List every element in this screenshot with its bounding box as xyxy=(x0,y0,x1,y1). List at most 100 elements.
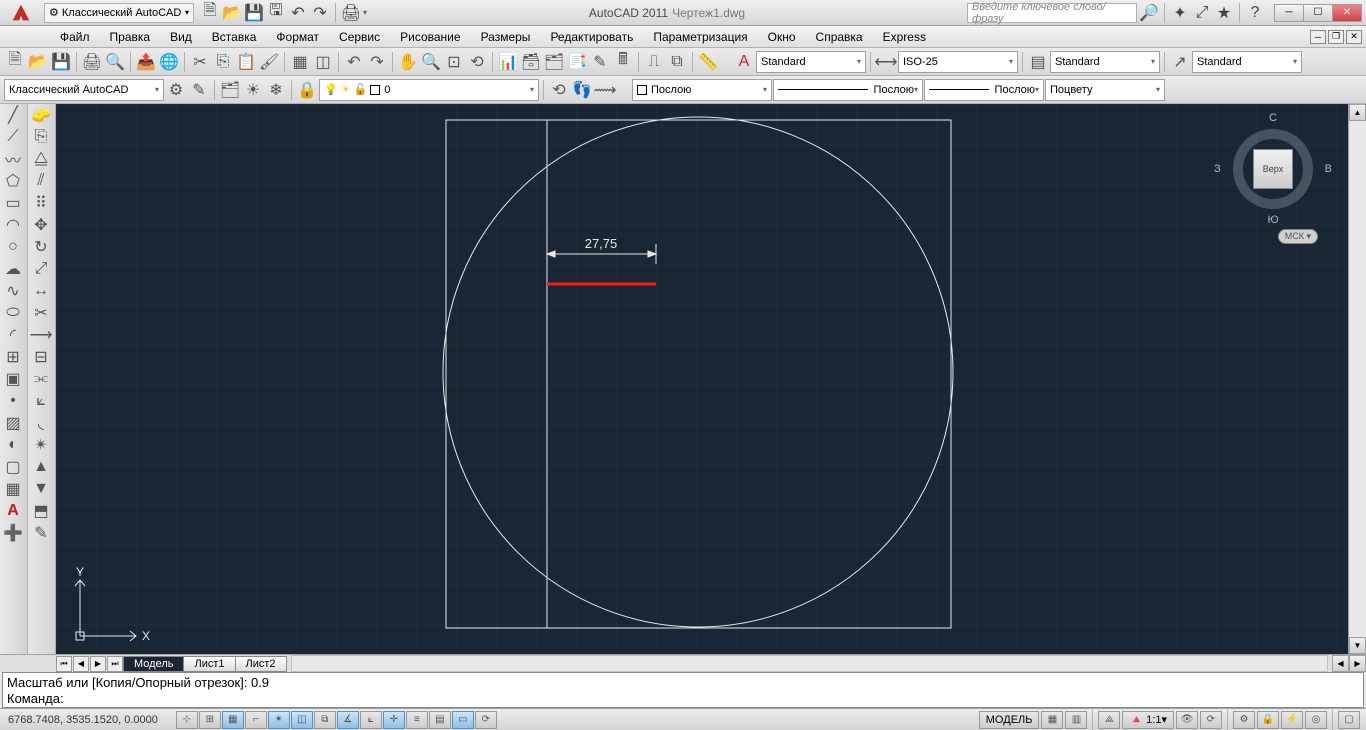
quickprops-icon[interactable]: ▭ xyxy=(452,711,474,729)
tab-model[interactable]: Модель xyxy=(123,656,184,672)
markup-icon[interactable]: ✎ xyxy=(589,51,611,73)
menu-edit[interactable]: Правка xyxy=(100,28,161,46)
array-icon[interactable]: ⠿ xyxy=(28,192,54,214)
viewcube-north[interactable]: С xyxy=(1269,112,1277,124)
chamfer-icon[interactable]: ⟀ xyxy=(28,390,54,412)
polygon-icon[interactable]: ⬠ xyxy=(0,170,26,192)
undo-icon[interactable]: ↶ xyxy=(343,51,365,73)
layer-dropdown[interactable]: 💡 ☀ 🔓 0▾ xyxy=(319,79,539,101)
selection-cycle-icon[interactable]: ⟳ xyxy=(475,711,497,729)
erase-icon[interactable]: 🧽 xyxy=(28,104,54,126)
canvas[interactable]: 27,75 X Y Верх С Ю В З МСК ▾ xyxy=(56,104,1348,654)
ellipsearc-icon[interactable]: ◜ xyxy=(0,324,26,346)
menu-help[interactable]: Справка xyxy=(806,28,873,46)
menu-window[interactable]: Окно xyxy=(758,28,806,46)
open-icon[interactable]: 📂 xyxy=(27,51,49,73)
doc-minimize[interactable]: ─ xyxy=(1310,30,1326,44)
insert-icon[interactable]: ⊞ xyxy=(0,346,26,368)
menu-dimension[interactable]: Размеры xyxy=(471,28,541,46)
exchange-icon[interactable]: ✦ xyxy=(1170,3,1190,23)
dyn-input-icon[interactable]: ✛ xyxy=(383,711,405,729)
stretch-icon[interactable]: ↔ xyxy=(28,280,54,302)
copy-obj-icon[interactable]: ⎘ xyxy=(28,126,54,148)
point-icon[interactable]: • xyxy=(0,390,26,412)
close-button[interactable]: ✕ xyxy=(1332,4,1362,22)
explode-icon[interactable]: ✴ xyxy=(28,434,54,456)
layer-iso-icon[interactable]: ❄ xyxy=(265,79,287,101)
menu-modify[interactable]: Редактировать xyxy=(540,28,643,46)
clean-screen-icon[interactable]: ▢ xyxy=(1338,711,1360,729)
new-icon[interactable]: 🗎 xyxy=(4,51,26,73)
linetype-dropdown[interactable]: Послою▾ xyxy=(773,79,923,101)
tab-sheet2[interactable]: Лист2 xyxy=(235,656,287,672)
addselected-icon[interactable]: ➕ xyxy=(0,522,26,544)
quickview-drawings-icon[interactable]: ▥ xyxy=(1065,711,1087,729)
save-icon[interactable]: 💾 xyxy=(50,51,72,73)
dimconstraint-icon[interactable]: ⎍ xyxy=(643,51,665,73)
scroll-down-icon[interactable]: ▼ xyxy=(1349,637,1366,654)
viewcube-face[interactable]: Верх xyxy=(1253,149,1293,189)
quickview-layouts-icon[interactable]: ▦ xyxy=(1041,711,1063,729)
favorite-icon[interactable]: ★ xyxy=(1214,3,1234,23)
menu-tools[interactable]: Сервис xyxy=(329,28,390,46)
menu-insert[interactable]: Вставка xyxy=(202,28,267,46)
makeblock-icon[interactable]: ▣ xyxy=(0,368,26,390)
zoom-rt-icon[interactable]: 🔍 xyxy=(420,51,442,73)
isolate-objects-icon[interactable]: ◎ xyxy=(1305,711,1327,729)
workspace-switching-icon[interactable]: ⚙ xyxy=(1233,711,1255,729)
zoom-prev-icon[interactable]: ⟲ xyxy=(466,51,488,73)
3dosnap-icon[interactable]: ⧉ xyxy=(314,711,336,729)
text-style-icon[interactable]: A xyxy=(733,51,755,73)
table-icon[interactable]: ▦ xyxy=(0,478,26,500)
annotation-visibility-icon[interactable]: 👁 xyxy=(1176,711,1198,729)
measure-icon[interactable]: 📏 xyxy=(697,51,719,73)
print-icon[interactable]: 🖨 xyxy=(341,3,361,23)
ellipse-icon[interactable]: ⬭ xyxy=(0,302,26,324)
app-logo[interactable] xyxy=(0,0,42,26)
lineweight-display-icon[interactable]: ≡ xyxy=(406,711,428,729)
move-icon[interactable]: ✥ xyxy=(28,214,54,236)
mtext-icon[interactable]: A xyxy=(0,500,26,522)
doc-restore[interactable]: ❐ xyxy=(1328,30,1344,44)
line-icon[interactable]: ╱ xyxy=(0,104,26,126)
setbylayer-icon[interactable]: ⬒ xyxy=(28,500,54,522)
otrack-icon[interactable]: ∡ xyxy=(337,711,359,729)
quickcalc-icon[interactable]: 🖩 xyxy=(612,51,634,73)
maximize-button[interactable]: ☐ xyxy=(1303,4,1333,22)
xline-icon[interactable]: ⟋ xyxy=(0,126,26,148)
search-go-icon[interactable]: 🔎 xyxy=(1139,3,1159,23)
toolpalettes-icon[interactable]: 🗂 xyxy=(543,51,565,73)
extend-icon[interactable]: ⟶ xyxy=(28,324,54,346)
workspace-dropdown-2[interactable]: Классический AutoCAD▾ xyxy=(4,79,164,101)
menu-draw[interactable]: Рисование xyxy=(390,28,470,46)
spline-icon[interactable]: ∿ xyxy=(0,280,26,302)
tab-next-icon[interactable]: ▶ xyxy=(90,656,106,672)
plot-icon[interactable]: 🖨 xyxy=(81,51,103,73)
pan-icon[interactable]: ✋ xyxy=(397,51,419,73)
join-icon[interactable]: ⫘ xyxy=(28,368,54,390)
coordinates[interactable]: 6768.7408, 3535.1520, 0.0000 xyxy=(0,714,166,726)
viewcube-east[interactable]: В xyxy=(1325,163,1332,175)
orthomode-icon[interactable]: ⌐ xyxy=(245,711,267,729)
mirror-icon[interactable]: ⧋ xyxy=(28,148,54,170)
polarmode-icon[interactable]: ✴ xyxy=(268,711,290,729)
search-input[interactable]: Введите ключевое слово/фразу xyxy=(967,3,1137,23)
saveas-icon[interactable]: 🖫 xyxy=(266,3,286,23)
workspace-dropdown[interactable]: ⚙ Классический AutoCAD ▾ xyxy=(44,3,194,23)
transparency-icon[interactable]: ▤ xyxy=(429,711,451,729)
snapmode-icon[interactable]: ⊞ xyxy=(199,711,221,729)
table-style-dropdown[interactable]: Standard▾ xyxy=(1050,51,1160,73)
viewcube-west[interactable]: З xyxy=(1214,163,1221,175)
sheetset-icon[interactable]: 📑 xyxy=(566,51,588,73)
command-line[interactable]: Масштаб или [Копия/Опорный отрезок]: 0.9… xyxy=(2,672,1364,708)
pline-icon[interactable]: 〰 xyxy=(0,148,26,170)
horizontal-scrollbar[interactable] xyxy=(291,655,1328,672)
mleader-style-icon[interactable]: ↗ xyxy=(1169,51,1191,73)
menu-view[interactable]: Вид xyxy=(160,28,202,46)
subscription-icon[interactable]: ⤢ xyxy=(1192,3,1212,23)
matchprop-icon[interactable]: 🖌 xyxy=(258,51,280,73)
layer-match-icon[interactable]: ⟿ xyxy=(594,79,616,101)
draworder-back-icon[interactable]: ▼ xyxy=(28,478,54,500)
layer-state-icon[interactable]: ☀ xyxy=(242,79,264,101)
viewcube-south[interactable]: Ю xyxy=(1267,214,1278,226)
